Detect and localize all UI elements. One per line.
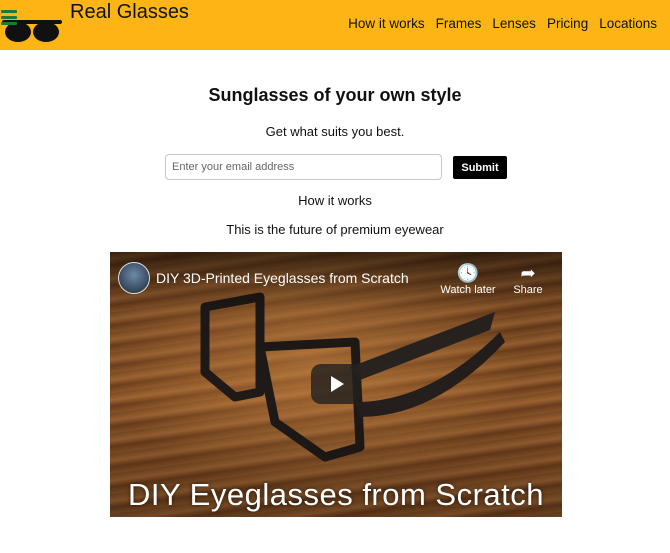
section-heading: How it works <box>298 193 372 208</box>
watch-later-button[interactable]: 🕓 Watch later <box>440 262 496 296</box>
share-label: Share <box>513 284 543 296</box>
channel-avatar[interactable] <box>118 262 150 294</box>
nav-link-lenses[interactable]: Lenses <box>492 16 536 31</box>
sunglasses-logo-icon[interactable] <box>0 0 64 46</box>
main-nav: How it works Frames Lenses Pricing Locat… <box>348 16 657 31</box>
hero-title: Sunglasses of your own style <box>208 85 462 105</box>
clock-icon: 🕓 <box>456 263 480 283</box>
nav-link-frames[interactable]: Frames <box>436 16 482 31</box>
section-text: This is the future of premium eyewear <box>226 222 444 237</box>
nav-link-pricing[interactable]: Pricing <box>547 16 588 31</box>
email-input[interactable] <box>165 154 442 180</box>
hamburger-icon <box>1 10 17 25</box>
brand-name[interactable]: Real Glasses <box>70 1 189 24</box>
submit-button[interactable]: Submit <box>453 156 507 179</box>
share-button[interactable]: ➦ Share <box>510 262 546 296</box>
top-navbar: Real Glasses How it works Frames Lenses … <box>0 0 670 50</box>
share-arrow-icon: ➦ <box>520 263 536 283</box>
video-caption: DIY Eyeglasses from Scratch <box>127 477 545 512</box>
play-button[interactable] <box>311 364 361 404</box>
watch-later-label: Watch later <box>440 284 496 296</box>
video-title[interactable]: DIY 3D-Printed Eyeglasses from Scratch <box>156 270 409 286</box>
video-player[interactable]: DIY 3D-Printed Eyeglasses from Scratch 🕓… <box>110 252 562 517</box>
nav-link-how-it-works[interactable]: How it works <box>348 16 425 31</box>
nav-link-locations[interactable]: Locations <box>599 16 657 31</box>
hero-subtitle: Get what suits you best. <box>265 124 405 139</box>
